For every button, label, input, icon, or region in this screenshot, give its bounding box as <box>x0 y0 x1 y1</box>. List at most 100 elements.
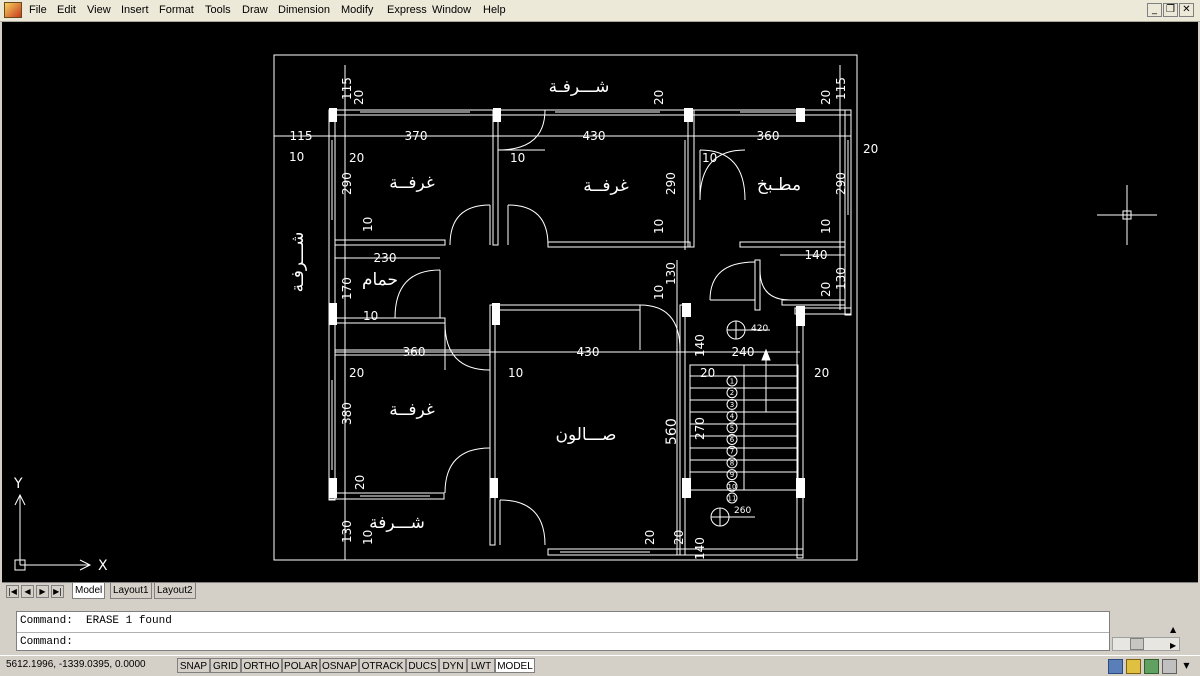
wall-int-12 <box>781 299 846 306</box>
command-scrollbar[interactable]: ▲ ▶ <box>1112 611 1182 651</box>
dim-text: 115 <box>834 77 848 100</box>
command-history: Command: ERASE 1 found <box>20 615 172 627</box>
close-icon[interactable]: ✕ <box>1179 3 1194 17</box>
tab-next-icon[interactable]: ▶ <box>36 585 49 598</box>
app-icon[interactable] <box>4 2 22 18</box>
wall-int-3 <box>334 239 446 246</box>
stair-step-numbers: 1 2 3 4 5 6 7 8 9 10 11 <box>726 375 738 504</box>
dim-text: 10 <box>652 219 666 234</box>
wall-int-2 <box>687 109 695 248</box>
tab-layout2[interactable]: Layout2 <box>154 583 196 599</box>
scroll-right-icon[interactable]: ▶ <box>1170 641 1176 650</box>
dim-text: 10 <box>289 150 304 164</box>
stair-step-number: 11 <box>728 495 737 503</box>
status-otrack[interactable]: OTRACK <box>359 658 406 673</box>
status-model[interactable]: MODEL <box>495 658 535 673</box>
status-bar: 5612.1996, -1339.0395, 0.0000 SNAP GRID … <box>0 655 1200 676</box>
restore-icon[interactable]: ❐ <box>1163 3 1178 17</box>
status-lwt[interactable]: LWT <box>467 658 495 673</box>
status-osnap[interactable]: OSNAP <box>320 658 359 673</box>
clean-screen-icon[interactable] <box>1162 659 1177 674</box>
label-balcony-bottom: شـــرفة <box>369 513 425 533</box>
status-grid[interactable]: GRID <box>210 658 241 673</box>
dim-text: 10 <box>508 366 523 380</box>
label-room-1: غرفــة <box>389 173 435 193</box>
dim-text: 20 <box>349 366 364 380</box>
stair-step-number: 7 <box>730 448 734 456</box>
tab-last-icon[interactable]: ▶| <box>51 585 64 598</box>
coordinate-readout: 5612.1996, -1339.0395, 0.0000 <box>6 659 146 670</box>
dim-text: 10 <box>363 309 378 323</box>
tab-layout1[interactable]: Layout1 <box>110 583 152 599</box>
command-window: Command: ERASE 1 found Command: ▲ ▶ <box>2 603 1198 653</box>
dim-text: 140 <box>805 248 828 262</box>
communication-icon[interactable] <box>1108 659 1123 674</box>
dim-text: 10 <box>702 151 717 165</box>
label-kitchen: مطـبخ <box>757 175 801 195</box>
status-polar[interactable]: POLAR <box>282 658 320 673</box>
menu-view[interactable]: View <box>87 4 111 16</box>
dim-text: 20 <box>349 151 364 165</box>
menu-edit[interactable]: Edit <box>57 4 76 16</box>
lock-icon[interactable] <box>1126 659 1141 674</box>
dim-text: 290 <box>664 172 678 195</box>
dim-text: 130 <box>340 520 354 543</box>
menu-help[interactable]: Help <box>483 4 506 16</box>
command-prompt[interactable]: Command: <box>20 636 73 648</box>
stair-step-number: 8 <box>730 459 734 467</box>
menu-file[interactable]: File <box>29 4 47 16</box>
menu-bar: File Edit View Insert Format Tools Draw … <box>0 0 1200 22</box>
label-room-3: غرفــة <box>389 400 435 420</box>
tab-model[interactable]: Model <box>72 583 106 599</box>
dim-text: 140 <box>693 334 707 357</box>
menu-draw[interactable]: Draw <box>242 4 268 16</box>
menu-format[interactable]: Format <box>159 4 194 16</box>
dim-text: 20 <box>352 90 366 105</box>
tab-prev-icon[interactable]: ◀ <box>21 585 34 598</box>
status-ducs[interactable]: DUCS <box>406 658 439 673</box>
dim-text: 560 <box>664 418 680 445</box>
status-snap[interactable]: SNAP <box>177 658 210 673</box>
dim-text: 270 <box>693 417 707 440</box>
dim-text: 290 <box>340 172 354 195</box>
label-bathroom: حمام <box>362 270 398 290</box>
menu-tools[interactable]: Tools <box>205 4 231 16</box>
stair-step-number: 2 <box>730 389 734 397</box>
label-balcony-top: شـــرفـة <box>549 77 610 97</box>
menu-express[interactable]: Express <box>387 4 427 16</box>
stair-step-number: 4 <box>730 413 735 421</box>
wall-int-5 <box>739 241 846 248</box>
wall-int-8 <box>489 304 496 546</box>
command-box[interactable]: Command: ERASE 1 found Command: <box>16 611 1110 651</box>
dim-text: 20 <box>700 366 715 380</box>
menu-modify[interactable]: Modify <box>341 4 373 16</box>
status-ortho[interactable]: ORTHO <box>241 658 282 673</box>
scroll-thumb[interactable] <box>1130 638 1144 650</box>
drawing-canvas[interactable]: Y X شـــرفـة غرفــة غرفــة مطـبخ حمام غر… <box>2 22 1198 582</box>
dim-text: 380 <box>340 402 354 425</box>
dim-text: 260 <box>734 506 751 516</box>
label-balcony-left: شـــرفـة <box>288 232 308 293</box>
stair-step-number: 5 <box>730 424 734 432</box>
menu-dimension[interactable]: Dimension <box>278 4 330 16</box>
stair-step-number: 9 <box>730 471 734 479</box>
wall-int-10 <box>679 304 686 556</box>
dim-text: 10 <box>819 219 833 234</box>
tray-settings-icon[interactable] <box>1144 659 1159 674</box>
status-dyn[interactable]: DYN <box>439 658 467 673</box>
dim-text: 140 <box>693 537 707 560</box>
tray-menu-icon[interactable]: ▼ <box>1180 659 1193 672</box>
dim-text: 290 <box>834 172 848 195</box>
dim-text: 10 <box>361 530 375 545</box>
scroll-up-icon[interactable]: ▲ <box>1170 625 1176 634</box>
floor-plan: Y X شـــرفـة غرفــة غرفــة مطـبخ حمام غر… <box>13 54 1157 574</box>
menu-window[interactable]: Window <box>432 4 471 16</box>
dim-text: 10 <box>652 285 666 300</box>
dim-text: 430 <box>583 129 606 143</box>
tab-first-icon[interactable]: |◀ <box>6 585 19 598</box>
ucs-icon <box>14 493 92 571</box>
minimize-icon[interactable]: _ <box>1147 3 1162 17</box>
menu-insert[interactable]: Insert <box>121 4 149 16</box>
stair-step-number: 10 <box>728 483 737 491</box>
dim-text: 20 <box>819 90 833 105</box>
